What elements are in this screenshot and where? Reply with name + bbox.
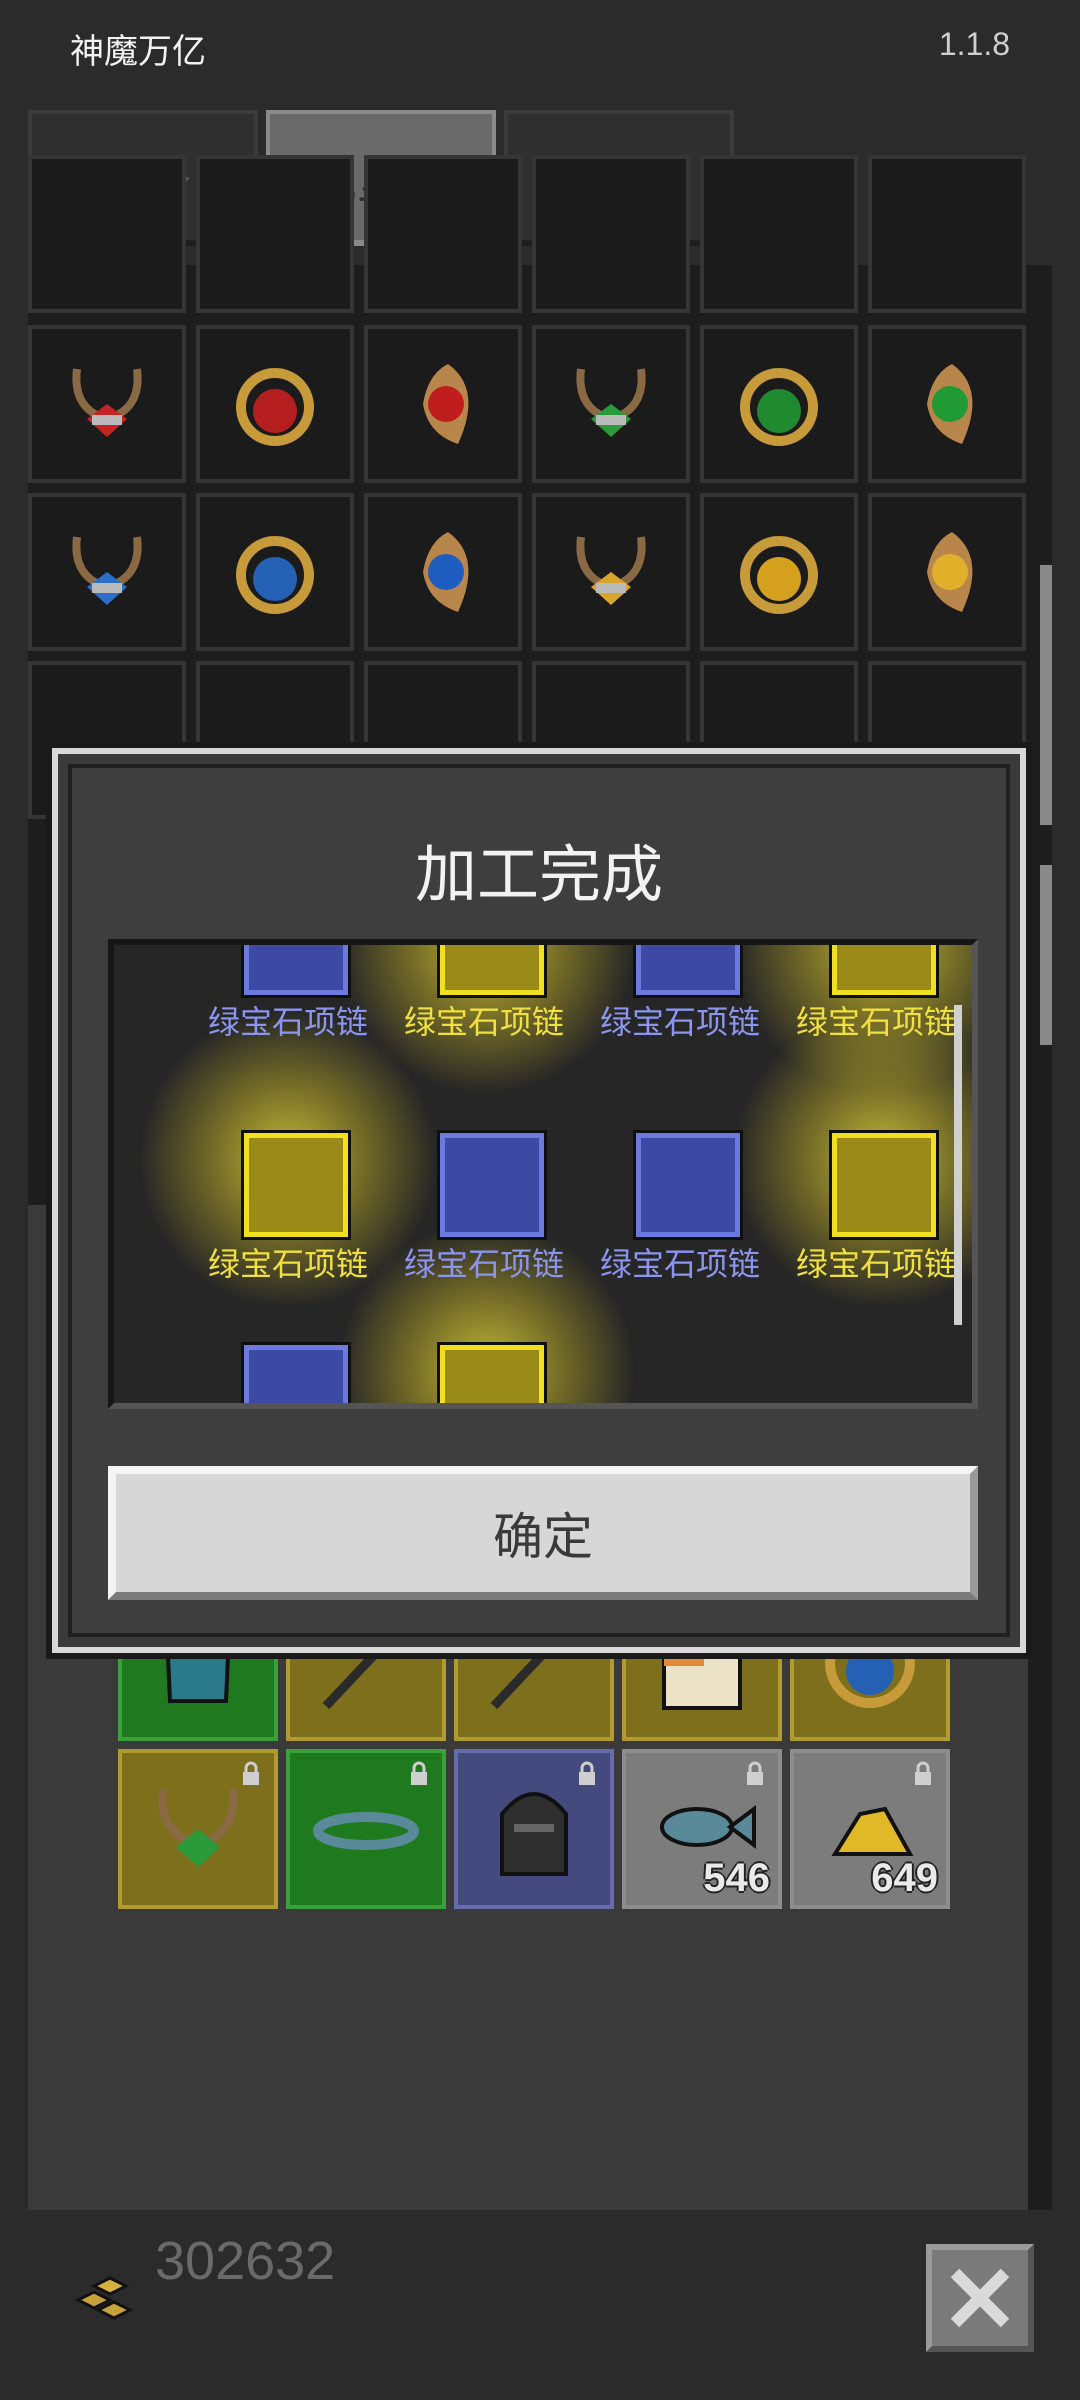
item-name: 绿宝石项链 (599, 1246, 760, 1282)
emerald-necklace-icon (633, 1130, 743, 1240)
recipe-emerald-necklace[interactable] (532, 325, 690, 483)
gold-coins-icon (74, 2276, 134, 2320)
recipe-ruby-necklace[interactable] (28, 325, 186, 483)
close-icon (950, 2268, 1010, 2328)
inventory-gold-ore[interactable]: 649 (790, 1749, 950, 1909)
emerald-necklace-icon (437, 1342, 547, 1403)
recipe-slot[interactable] (868, 155, 1026, 313)
recipe-slot[interactable] (364, 155, 522, 313)
recipe-slot[interactable] (28, 155, 186, 313)
ruby-ring-icon (236, 368, 314, 446)
result-item[interactable] (190, 1342, 386, 1403)
emerald-necklace-icon (158, 1788, 238, 1867)
result-item[interactable]: 绿宝石项链 (386, 945, 582, 1091)
sapphire-amulet-icon (423, 532, 469, 612)
emerald-necklace-icon (437, 1130, 547, 1240)
inventory-emerald-necklace[interactable] (118, 1749, 278, 1909)
results-list[interactable]: 绿宝石项链 绿宝石项链 绿宝石项链 绿宝石项链 绿宝石项链 绿宝石项链 绿宝石项… (108, 939, 978, 1409)
lock-icon (411, 1761, 427, 1785)
emerald-necklace-icon (437, 945, 547, 998)
ruby-necklace-icon (72, 368, 142, 437)
item-name: 绿宝石项链 (599, 1004, 760, 1040)
topaz-necklace-icon (576, 536, 646, 605)
lock-icon (243, 1761, 259, 1785)
results-scrollbar[interactable] (954, 1005, 962, 1325)
item-name: 绿宝石项链 (795, 1246, 956, 1282)
item-name: 绿宝石项链 (403, 1004, 564, 1040)
result-item[interactable]: 绿宝石项链 (582, 945, 778, 1091)
item-name: 绿宝石项链 (207, 1004, 368, 1040)
recipe-topaz-amulet[interactable] (868, 493, 1026, 651)
helmet-icon (500, 1792, 568, 1876)
item-name: 绿宝石项链 (207, 1246, 368, 1282)
lock-icon (915, 1761, 931, 1785)
emerald-necklace-icon (241, 945, 351, 998)
topaz-amulet-icon (927, 532, 973, 612)
recipe-ruby-ring[interactable] (196, 325, 354, 483)
inventory-fish[interactable]: 546 (622, 1749, 782, 1909)
status-bar: 神魔万亿 1.1.8 (0, 0, 1080, 92)
recipe-emerald-amulet[interactable] (868, 325, 1026, 483)
recipe-slot[interactable] (532, 155, 690, 313)
recipe-sapphire-amulet[interactable] (364, 493, 522, 651)
version-label: 1.1.8 (938, 26, 1010, 62)
sapphire-ring-icon (236, 536, 314, 614)
emerald-necklace-icon (829, 1130, 939, 1240)
topaz-ring-icon (740, 536, 818, 614)
inventory-helmet[interactable] (454, 1749, 614, 1909)
scrollbar-2[interactable] (1040, 865, 1052, 1045)
recipe-slot[interactable] (700, 155, 858, 313)
confirm-button[interactable]: 确定 (108, 1466, 978, 1600)
emerald-amulet-icon (927, 364, 973, 444)
emerald-necklace-icon (633, 945, 743, 998)
emerald-ring-icon (740, 368, 818, 446)
sapphire-necklace-icon (72, 536, 142, 605)
result-item[interactable]: 绿宝石项链 (190, 945, 386, 1091)
gold-amount: 302632 (155, 2231, 336, 2291)
dialog-title: 加工完成 (414, 841, 663, 910)
result-item[interactable] (386, 1342, 582, 1403)
emerald-necklace-icon (829, 945, 939, 998)
recipe-emerald-ring[interactable] (700, 325, 858, 483)
app-title: 神魔万亿 (70, 33, 206, 71)
bracelet-icon (313, 1812, 419, 1850)
recipe-slot[interactable] (196, 155, 354, 313)
recipe-sapphire-ring[interactable] (196, 493, 354, 651)
recipe-topaz-necklace[interactable] (532, 493, 690, 651)
item-count: 546 (703, 1856, 770, 1900)
result-item[interactable]: 绿宝石项链 (190, 1130, 386, 1333)
scrollbar[interactable] (1040, 565, 1052, 825)
item-name: 绿宝石项链 (795, 1004, 956, 1040)
lock-icon (579, 1761, 595, 1785)
inventory-bracelet[interactable] (286, 1749, 446, 1909)
craft-complete-dialog: 加工完成 绿宝石项链 绿宝石项链 绿宝石项链 绿宝石项链 绿宝石项链 绿宝石项链… (52, 748, 1026, 1653)
result-item[interactable]: 绿宝石项链 (778, 1130, 972, 1333)
result-item[interactable]: 绿宝石项链 (778, 945, 972, 1091)
emerald-necklace-icon (241, 1130, 351, 1240)
recipe-topaz-ring[interactable] (700, 493, 858, 651)
ruby-amulet-icon (423, 364, 469, 444)
result-item[interactable]: 绿宝石项链 (386, 1130, 582, 1333)
confirm-label: 确定 (493, 1509, 593, 1565)
close-button[interactable] (926, 2244, 1034, 2352)
recipe-ruby-amulet[interactable] (364, 325, 522, 483)
lock-icon (747, 1761, 763, 1785)
emerald-necklace-icon (576, 368, 646, 437)
item-count: 649 (871, 1856, 938, 1900)
result-item[interactable]: 绿宝石项链 (582, 1130, 778, 1333)
recipe-sapphire-necklace[interactable] (28, 493, 186, 651)
item-name: 绿宝石项链 (403, 1246, 564, 1282)
emerald-necklace-icon (241, 1342, 351, 1403)
